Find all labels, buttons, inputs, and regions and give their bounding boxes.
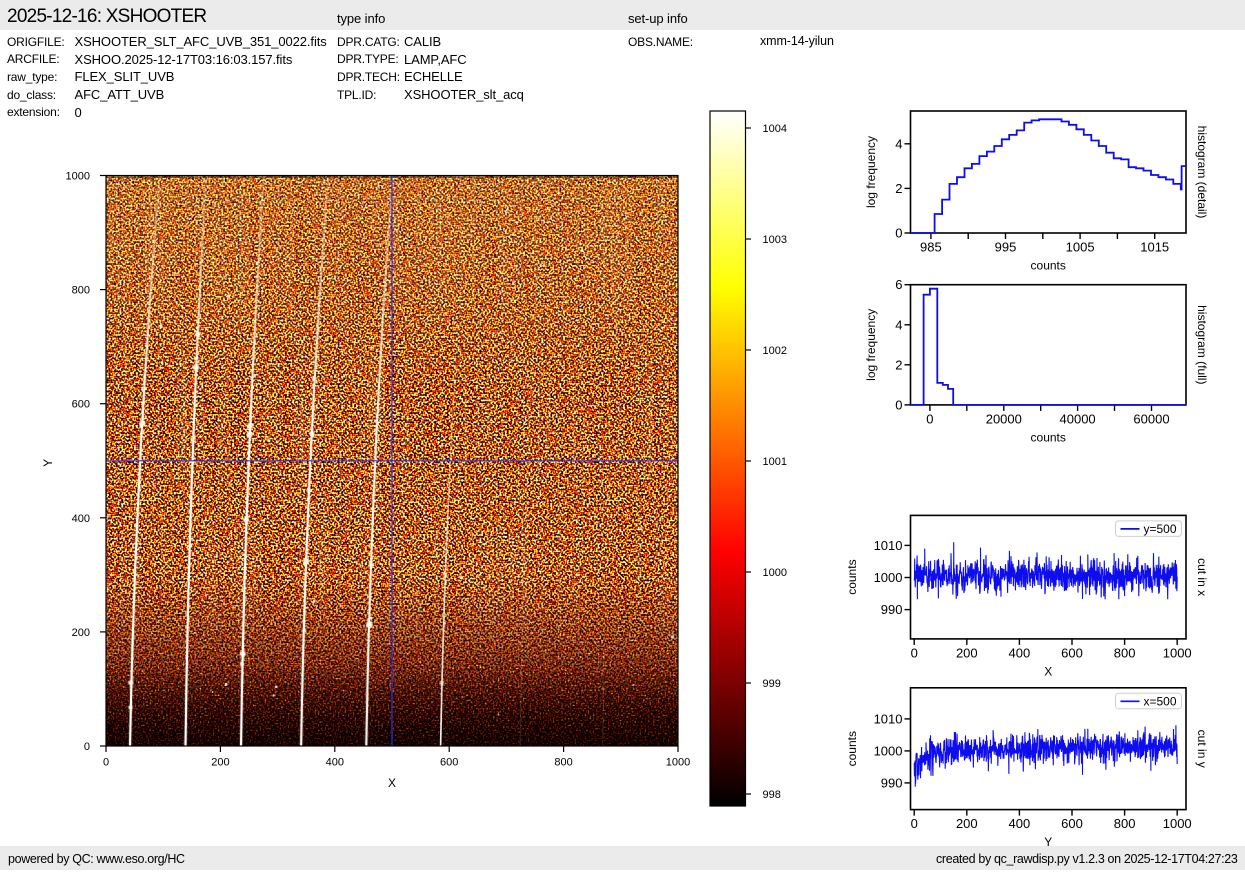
svg-text:1000: 1000 — [66, 171, 90, 183]
svg-text:0: 0 — [103, 757, 109, 769]
svg-text:histogram (detail): histogram (detail) — [1195, 126, 1209, 219]
svg-text:counts: counts — [1031, 259, 1066, 273]
svg-text:995: 995 — [995, 240, 1017, 255]
svg-text:600: 600 — [440, 757, 458, 769]
svg-text:0: 0 — [911, 645, 918, 660]
svg-text:2: 2 — [895, 181, 902, 196]
svg-text:x=500: x=500 — [1144, 694, 1177, 708]
svg-text:histogram (full): histogram (full) — [1195, 305, 1209, 384]
svg-text:1000: 1000 — [1163, 645, 1192, 660]
svg-text:600: 600 — [1061, 645, 1083, 660]
svg-text:log frequency: log frequency — [864, 136, 878, 208]
svg-text:y=500: y=500 — [1144, 522, 1177, 536]
svg-text:400: 400 — [72, 513, 90, 525]
svg-text:1003: 1003 — [763, 234, 787, 246]
svg-text:cut in y: cut in y — [1195, 730, 1209, 768]
svg-text:20000: 20000 — [986, 411, 1022, 426]
svg-text:counts: counts — [1031, 430, 1066, 444]
svg-text:1010: 1010 — [874, 538, 903, 553]
svg-text:2: 2 — [895, 357, 902, 372]
svg-text:0: 0 — [926, 411, 933, 426]
svg-text:800: 800 — [1114, 645, 1136, 660]
svg-text:200: 200 — [211, 757, 229, 769]
svg-text:800: 800 — [1114, 816, 1136, 831]
svg-text:998: 998 — [763, 789, 781, 801]
svg-text:1010: 1010 — [874, 711, 903, 726]
svg-text:200: 200 — [72, 627, 90, 639]
svg-text:400: 400 — [1009, 645, 1031, 660]
svg-text:1000: 1000 — [874, 743, 903, 758]
svg-text:log frequency: log frequency — [864, 309, 878, 381]
svg-text:600: 600 — [72, 399, 90, 411]
svg-text:4: 4 — [895, 136, 902, 151]
svg-text:6: 6 — [895, 277, 902, 292]
svg-text:990: 990 — [881, 602, 903, 617]
svg-text:1000: 1000 — [874, 570, 903, 585]
svg-text:60000: 60000 — [1133, 411, 1169, 426]
svg-text:X: X — [1044, 664, 1052, 678]
svg-text:0: 0 — [895, 397, 902, 412]
svg-text:1001: 1001 — [763, 456, 787, 468]
svg-text:4: 4 — [895, 317, 902, 332]
svg-text:200: 200 — [956, 645, 978, 660]
svg-text:1002: 1002 — [763, 345, 787, 357]
svg-text:990: 990 — [881, 775, 903, 790]
svg-text:X: X — [388, 776, 396, 790]
svg-text:999: 999 — [763, 678, 781, 690]
svg-text:Y: Y — [1044, 835, 1052, 849]
svg-text:400: 400 — [1009, 816, 1031, 831]
svg-text:1000: 1000 — [763, 567, 787, 579]
svg-text:0: 0 — [911, 816, 918, 831]
svg-text:1000: 1000 — [666, 757, 690, 769]
svg-text:0: 0 — [84, 741, 90, 753]
svg-text:800: 800 — [554, 757, 572, 769]
svg-text:cut in x: cut in x — [1195, 558, 1209, 596]
svg-text:200: 200 — [956, 816, 978, 831]
svg-text:counts: counts — [845, 731, 859, 766]
svg-text:1000: 1000 — [1163, 816, 1192, 831]
svg-text:1005: 1005 — [1066, 240, 1095, 255]
svg-text:985: 985 — [920, 240, 942, 255]
svg-text:Y: Y — [41, 459, 55, 467]
svg-text:counts: counts — [845, 559, 859, 594]
svg-text:0: 0 — [895, 226, 902, 241]
svg-text:600: 600 — [1061, 816, 1083, 831]
svg-text:1004: 1004 — [763, 123, 787, 135]
svg-text:800: 800 — [72, 285, 90, 297]
svg-text:40000: 40000 — [1060, 411, 1096, 426]
svg-text:1015: 1015 — [1140, 240, 1169, 255]
svg-text:400: 400 — [326, 757, 344, 769]
